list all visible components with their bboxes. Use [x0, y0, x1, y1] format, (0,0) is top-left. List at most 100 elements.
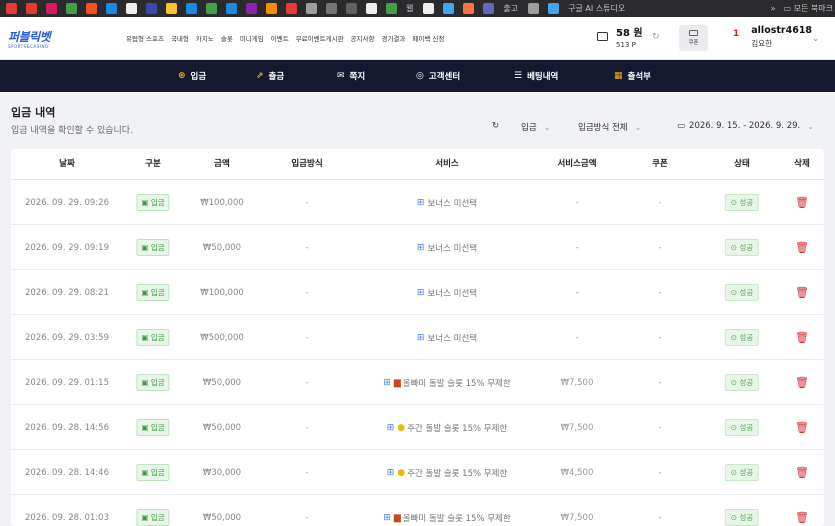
row-coupon: - [658, 467, 662, 478]
site-logo[interactable]: 퍼블릭벳 SPORTS&CASINO [8, 26, 74, 50]
row-status: ⊙ 성공 [724, 450, 760, 495]
row-type: ▣ 입금 [136, 315, 170, 360]
row-service-amount: ₩7,500 [560, 422, 594, 433]
check-circle-icon: ⊙ [730, 378, 740, 387]
bookmark-label[interactable]: 출고 [503, 3, 518, 14]
row-service-amount: ₩7,500 [560, 377, 594, 388]
status-label: 성공 [739, 198, 754, 207]
delete-button[interactable]: 🗑 [795, 405, 809, 450]
bookmark-icon[interactable] [366, 3, 377, 14]
row-coupon: - [658, 422, 662, 433]
row-status: ⊙ 성공 [724, 225, 760, 270]
headset-icon: ◎ [416, 71, 424, 81]
nav-messages[interactable]: ✉ 쪽지 [337, 60, 365, 92]
delete-button[interactable]: 🗑 [795, 450, 809, 495]
nav-item-minigame[interactable]: 미니게임 [240, 33, 264, 43]
row-method: - [305, 287, 309, 298]
bookmark-icon[interactable] [6, 3, 17, 14]
date-range-picker[interactable]: ▭ 2026. 9. 15. - 2026. 9. 29. ⌄ [677, 121, 814, 131]
row-type: ▣ 입금 [136, 450, 170, 495]
status-badge: ⊙ 성공 [724, 329, 760, 346]
delete-button[interactable]: 🗑 [795, 360, 809, 405]
bookmark-icon[interactable] [483, 3, 495, 14]
refresh-icon[interactable]: ↻ [492, 121, 499, 131]
bookmark-icon[interactable] [126, 3, 137, 14]
nav-item-casino[interactable]: 카지노 [196, 33, 214, 43]
bookmark-icon[interactable] [46, 3, 57, 14]
status-badge: ⊙ 성공 [724, 509, 760, 526]
nav-item-free-event-board[interactable]: 무료이벤트게시판 [296, 33, 344, 43]
delete-button[interactable]: 🗑 [795, 495, 809, 526]
type-filter-select[interactable]: 입금 ⌄ [521, 121, 550, 134]
bookmark-icon[interactable] [206, 3, 217, 14]
bookmark-icon[interactable] [86, 3, 97, 14]
bookmark-icon[interactable] [386, 3, 397, 14]
type-badge-label: 입금 [150, 333, 165, 342]
delete-button[interactable]: 🗑 [795, 180, 809, 225]
bookmark-icon[interactable] [306, 3, 317, 14]
all-bookmarks-folder[interactable]: ▭ 모든 북마크 [784, 3, 833, 14]
bookmarks-bar: 웹 출고 구글 AI 스튜디오 » ▭ 모든 북마크 [0, 0, 835, 17]
table-row: 2026. 09. 29. 09:19 ▣ 입금 ₩50,000 - ⊞ 보너스 미선택 -… [11, 225, 824, 270]
date-range-value: 2026. 9. 15. - 2026. 9. 29. [689, 121, 801, 131]
nav-item-notice[interactable]: 공지사항 [351, 33, 375, 43]
bookmark-label[interactable]: 구글 AI 스튜디오 [568, 3, 625, 14]
row-service-amount: ₩7,500 [560, 512, 594, 523]
service-text: 보너스 미선택 [427, 333, 478, 344]
owl-icon: ▆ [393, 512, 401, 523]
bookmark-icon[interactable] [186, 3, 197, 14]
bookmark-icon[interactable] [326, 3, 337, 14]
nav-item-event[interactable]: 이벤트 [271, 33, 289, 43]
delete-button[interactable]: 🗑 [795, 225, 809, 270]
account-nav: ⊛ 입금 ⇗ 출금 ✉ 쪽지 ◎ 고객센터 ☰ 베팅내역 ▦ 출석부 [0, 60, 835, 92]
nav-deposit[interactable]: ⊛ 입금 [178, 60, 206, 92]
delete-button[interactable]: 🗑 [795, 270, 809, 315]
nav-item-slot[interactable]: 슬롯 [221, 33, 233, 43]
bookmark-icon[interactable] [66, 3, 77, 14]
nav-bet-history[interactable]: ☰ 베팅내역 [514, 60, 558, 92]
user-menu[interactable]: 1 allostr4618 김요한 [733, 25, 812, 49]
status-label: 성공 [739, 513, 754, 522]
row-amount: ₩50,000 [202, 422, 242, 433]
method-filter-select[interactable]: 입금방식 전체 ⌄ [578, 121, 641, 134]
row-service-amount: - [575, 332, 579, 343]
user-level-badge: 1 [733, 29, 740, 39]
bookmark-icon[interactable] [528, 3, 540, 14]
row-status: ⊙ 성공 [724, 315, 760, 360]
bookmark-icon[interactable] [346, 3, 357, 14]
type-badge: ▣ 입금 [136, 374, 170, 391]
balance-refresh-icon[interactable]: ↻ [652, 32, 660, 42]
delete-button[interactable]: 🗑 [795, 315, 809, 360]
column-header-date: 날짜 [59, 159, 75, 169]
nav-item-domestic[interactable]: 국내형 [171, 33, 189, 43]
bookmark-icon[interactable] [266, 3, 277, 14]
type-badge-label: 입금 [150, 468, 165, 477]
bookmarks-overflow-icon[interactable]: » [771, 4, 776, 13]
row-service-amount: - [575, 197, 579, 208]
bookmark-icon[interactable] [246, 3, 257, 14]
nav-withdraw[interactable]: ⇗ 출금 [256, 60, 284, 92]
bookmark-icon[interactable] [226, 3, 237, 14]
row-coupon: - [658, 242, 662, 253]
bookmark-icon[interactable] [423, 3, 435, 14]
bookmark-icon[interactable] [286, 3, 297, 14]
nav-item-payback[interactable]: 페이백 신청 [412, 33, 444, 43]
bookmark-icon[interactable] [106, 3, 117, 14]
bookmark-icon[interactable] [146, 3, 157, 14]
bookmark-icon[interactable] [463, 3, 475, 14]
nav-support[interactable]: ◎ 고객센터 [416, 60, 460, 92]
bookmark-icon[interactable] [443, 3, 455, 14]
wallet[interactable]: 58 원 513 P [597, 24, 643, 49]
coupon-button[interactable]: 쿠폰 [679, 25, 708, 51]
column-header-method: 입금방식 [291, 159, 323, 169]
bookmark-label[interactable]: 웹 [406, 3, 413, 14]
chevron-down-icon[interactable]: ⌄ [812, 34, 820, 44]
nav-attendance[interactable]: ▦ 출석부 [614, 60, 651, 92]
nav-item-european-sports[interactable]: 유럽형 스포츠 [126, 33, 164, 43]
bookmark-icon[interactable] [26, 3, 37, 14]
row-type: ▣ 입금 [136, 360, 170, 405]
bookmark-icon[interactable] [548, 3, 560, 14]
bookmark-icon[interactable] [166, 3, 177, 14]
nav-item-results[interactable]: 경기결과 [381, 33, 405, 43]
row-method: - [305, 332, 309, 343]
